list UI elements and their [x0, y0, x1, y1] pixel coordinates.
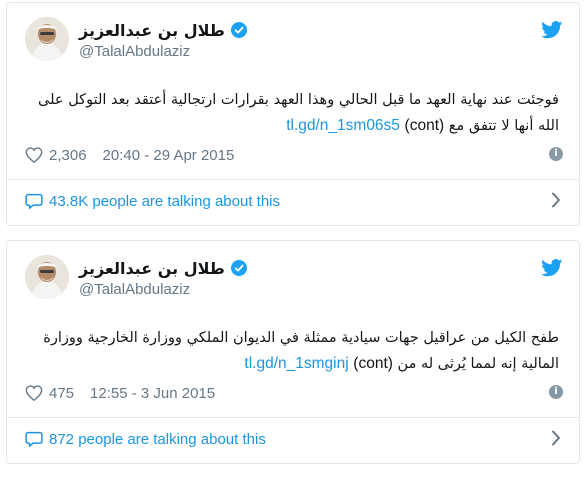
info-icon[interactable]: i	[549, 147, 563, 161]
tweet-card[interactable]: طلال بن عبدالعزيز @TalalAbdulaziz طفح ال…	[6, 240, 580, 464]
user-handle[interactable]: @TalalAbdulaziz	[79, 43, 247, 60]
tweet-text: طفح الكيل من عراقيل جهات سيادية ممثلة في…	[27, 325, 559, 377]
tweet-header: طلال بن عبدالعزيز @TalalAbdulaziz	[23, 255, 565, 303]
tweet-text-fragment: المالية إنه لمما يُرثى له من	[397, 356, 559, 372]
chevron-right-icon[interactable]	[551, 192, 561, 208]
talking-about-text[interactable]: 43.8K people are talking about this	[49, 193, 280, 210]
like-count[interactable]: 475	[49, 385, 74, 402]
user-handle[interactable]: @TalalAbdulaziz	[79, 281, 247, 298]
tweet-timestamp[interactable]: 12:55 - 3 Jun 2015	[90, 385, 215, 402]
display-name[interactable]: طلال بن عبدالعزيز	[79, 259, 225, 278]
like-count[interactable]: 2,306	[49, 147, 87, 164]
talking-about-row[interactable]: 872 people are talking about this	[25, 428, 565, 450]
twitter-bird-icon[interactable]	[541, 259, 563, 277]
tweet-timestamp[interactable]: 20:40 - 29 Apr 2015	[103, 147, 235, 164]
tweet-text-line: الله أنها لا تتفق مع (cont) tl.gd/n_1sm0…	[27, 113, 559, 139]
continued-label: (cont)	[404, 117, 445, 134]
tweet-link[interactable]: tl.gd/n_1smginj	[244, 355, 348, 372]
tweet-header: طلال بن عبدالعزيز @TalalAbdulaziz	[23, 17, 565, 65]
talking-about-text[interactable]: 872 people are talking about this	[49, 431, 266, 448]
avatar[interactable]	[25, 17, 69, 61]
display-name[interactable]: طلال بن عبدالعزيز	[79, 21, 225, 40]
tweet-link[interactable]: tl.gd/n_1sm06s5	[286, 117, 400, 134]
verified-badge-icon	[230, 22, 247, 38]
talking-about-row[interactable]: 43.8K people are talking about this	[25, 190, 565, 212]
chevron-right-icon[interactable]	[551, 430, 561, 446]
divider	[7, 179, 579, 180]
tweet-card[interactable]: طلال بن عبدالعزيز @TalalAbdulaziz فوجئت …	[6, 2, 580, 226]
tweet-text: فوجئت عند نهاية العهد ما قبل الحالي وهذا…	[27, 87, 559, 139]
speech-bubble-icon	[25, 193, 43, 209]
twitter-bird-icon[interactable]	[541, 21, 563, 39]
tweet-text-line: فوجئت عند نهاية العهد ما قبل الحالي وهذا…	[38, 92, 559, 108]
verified-badge-icon	[230, 260, 247, 276]
avatar[interactable]	[25, 255, 69, 299]
speech-bubble-icon	[25, 431, 43, 447]
info-icon[interactable]: i	[549, 385, 563, 399]
tweet-text-fragment: الله أنها لا تتفق مع	[448, 118, 559, 134]
tweet-text-line: المالية إنه لمما يُرثى له من (cont) tl.g…	[27, 351, 559, 377]
divider	[7, 417, 579, 418]
continued-label: (cont)	[353, 355, 393, 372]
tweet-meta: 2,306 20:40 - 29 Apr 2015 i	[25, 144, 565, 166]
heart-icon[interactable]	[25, 385, 43, 401]
tweet-meta: 475 12:55 - 3 Jun 2015 i	[25, 382, 565, 404]
tweet-text-line: طفح الكيل من عراقيل جهات سيادية ممثلة في…	[43, 330, 559, 346]
heart-icon[interactable]	[25, 147, 43, 163]
